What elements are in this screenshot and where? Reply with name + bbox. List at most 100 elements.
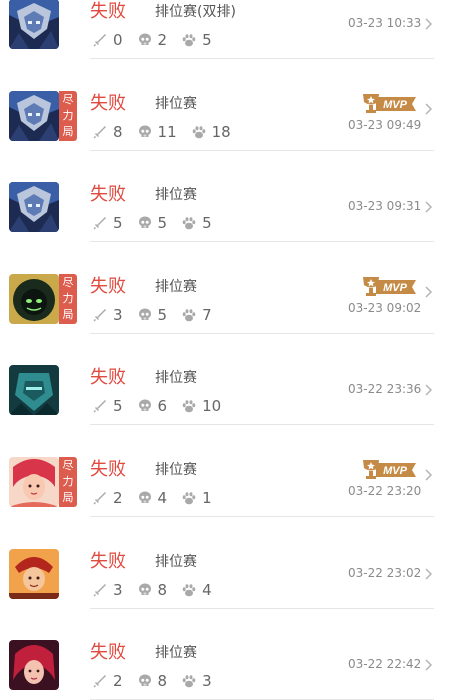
kills-stat: 0 (92, 31, 123, 49)
sword-icon (92, 124, 113, 140)
match-row[interactable]: 尽力局失败 排位赛 3 5 7 MVP 03-23 09:02 (0, 243, 474, 334)
match-mode: 排位赛 (155, 187, 197, 204)
kills-stat: 3 (92, 306, 123, 324)
match-row[interactable]: 失败 排位赛 5 5 5 03-23 09:31 (0, 151, 474, 243)
match-row[interactable]: 尽力局失败 排位赛 2 4 1 MVP 03-22 23:20 (0, 426, 474, 517)
match-time: 03-23 09:31 (348, 199, 422, 214)
effort-tag: 尽力局 (59, 90, 77, 141)
skull-icon (137, 124, 158, 140)
chevron-right-icon[interactable] (424, 101, 434, 115)
match-mode: 排位赛 (155, 95, 197, 112)
kills-stat: 8 (92, 123, 123, 141)
deaths-stat-value: 11 (157, 122, 177, 141)
sword-icon (92, 490, 113, 506)
chevron-right-icon[interactable] (424, 16, 434, 30)
kills-stat-value: 5 (113, 214, 123, 233)
paw-icon (181, 32, 202, 48)
chevron-right-icon[interactable] (424, 657, 434, 671)
sword-icon (92, 673, 113, 689)
kills-stat: 3 (92, 581, 123, 599)
assists-stat-value: 10 (202, 397, 222, 416)
assists-stat: 3 (181, 672, 212, 690)
effort-tag: 尽力局 (59, 457, 77, 507)
mvp-label: MVP (383, 465, 408, 477)
paw-icon (181, 398, 202, 414)
skull-icon (137, 582, 158, 598)
sword-icon (92, 307, 113, 323)
match-result: 失败 (90, 184, 126, 206)
match-row[interactable]: 失败 排位赛(双排) 0 2 5 03-23 10:33 (0, 0, 474, 59)
assists-stat-value: 5 (202, 214, 212, 233)
kills-stat: 2 (92, 672, 123, 690)
skull-icon (137, 398, 158, 414)
hero-avatar (9, 90, 59, 141)
chevron-right-icon[interactable] (424, 566, 434, 580)
match-mode: 排位赛 (155, 370, 197, 387)
deaths-stat-value: 2 (157, 31, 168, 49)
kills-stat-value: 3 (113, 305, 123, 324)
deaths-stat-value: 5 (157, 214, 168, 233)
paw-icon (181, 673, 202, 689)
kda-stats: 2 4 1 (92, 488, 226, 508)
kills-stat-value: 2 (113, 489, 123, 507)
assists-stat-value: 7 (202, 305, 212, 324)
assists-stat-value: 1 (202, 489, 212, 507)
match-mode: 排位赛 (155, 462, 197, 478)
kda-stats: 5 6 10 (92, 396, 235, 416)
match-result: 失败 (90, 550, 126, 572)
match-row[interactable]: 失败 排位赛 2 8 3 03-22 22:42 (0, 609, 474, 700)
match-time: 03-23 09:02 (348, 300, 422, 315)
hero-avatar (9, 365, 59, 416)
deaths-stat: 6 (137, 397, 167, 415)
match-time: 03-22 22:42 (348, 657, 422, 672)
kills-stat: 5 (92, 214, 123, 232)
sword-icon (92, 582, 113, 598)
match-mode: 排位赛(双排) (155, 4, 236, 20)
sword-icon (92, 215, 113, 231)
match-row[interactable]: 失败 排位赛 5 6 10 03-22 23:36 (0, 334, 474, 426)
deaths-stat: 5 (137, 214, 168, 233)
kda-stats: 3 8 4 (92, 580, 226, 600)
match-time: 03-22 23:02 (348, 565, 422, 580)
assists-stat-value: 3 (202, 672, 212, 691)
kda-stats: 2 8 3 (92, 671, 226, 691)
hero-avatar (9, 182, 59, 233)
mvp-label: MVP (383, 99, 408, 111)
chevron-right-icon[interactable] (424, 199, 434, 213)
kda-stats: 8 11 18 (92, 122, 245, 142)
deaths-stat: 8 (137, 672, 167, 690)
match-row[interactable]: 失败 排位赛 3 8 4 03-22 23:02 (0, 518, 474, 609)
assists-stat: 10 (181, 397, 221, 415)
match-mode: 排位赛 (155, 553, 197, 570)
hero-avatar (9, 273, 59, 324)
match-result: 失败 (90, 92, 126, 114)
skull-icon (137, 215, 158, 231)
deaths-stat-value: 8 (157, 580, 168, 599)
paw-icon (181, 582, 202, 598)
hero-avatar (9, 0, 59, 49)
assists-stat: 18 (191, 123, 231, 141)
skull-icon (137, 490, 158, 506)
assists-stat: 5 (181, 31, 212, 49)
chevron-right-icon[interactable] (424, 382, 434, 396)
deaths-stat: 2 (137, 31, 168, 49)
deaths-stat-value: 4 (157, 489, 168, 507)
match-time: 03-22 23:20 (348, 484, 422, 498)
chevron-right-icon[interactable] (424, 467, 434, 481)
assists-stat-value: 5 (202, 31, 212, 49)
match-row[interactable]: 尽力局失败 排位赛 8 11 18 MVP 03-23 09:49 (0, 60, 474, 151)
assists-stat: 4 (181, 581, 212, 599)
assists-stat: 1 (181, 489, 212, 507)
deaths-stat: 4 (137, 489, 168, 507)
match-mode: 排位赛 (155, 278, 197, 295)
kills-stat-value: 5 (113, 397, 123, 416)
kda-stats: 0 2 5 (92, 30, 226, 50)
assists-stat-value: 18 (211, 122, 231, 141)
mvp-badge: MVP (362, 274, 420, 300)
chevron-right-icon[interactable] (424, 284, 434, 298)
match-time: 03-23 10:33 (348, 16, 422, 30)
deaths-stat: 8 (137, 580, 168, 599)
hero-avatar (9, 640, 59, 691)
assists-stat: 5 (181, 214, 212, 232)
hero-avatar (9, 457, 59, 507)
